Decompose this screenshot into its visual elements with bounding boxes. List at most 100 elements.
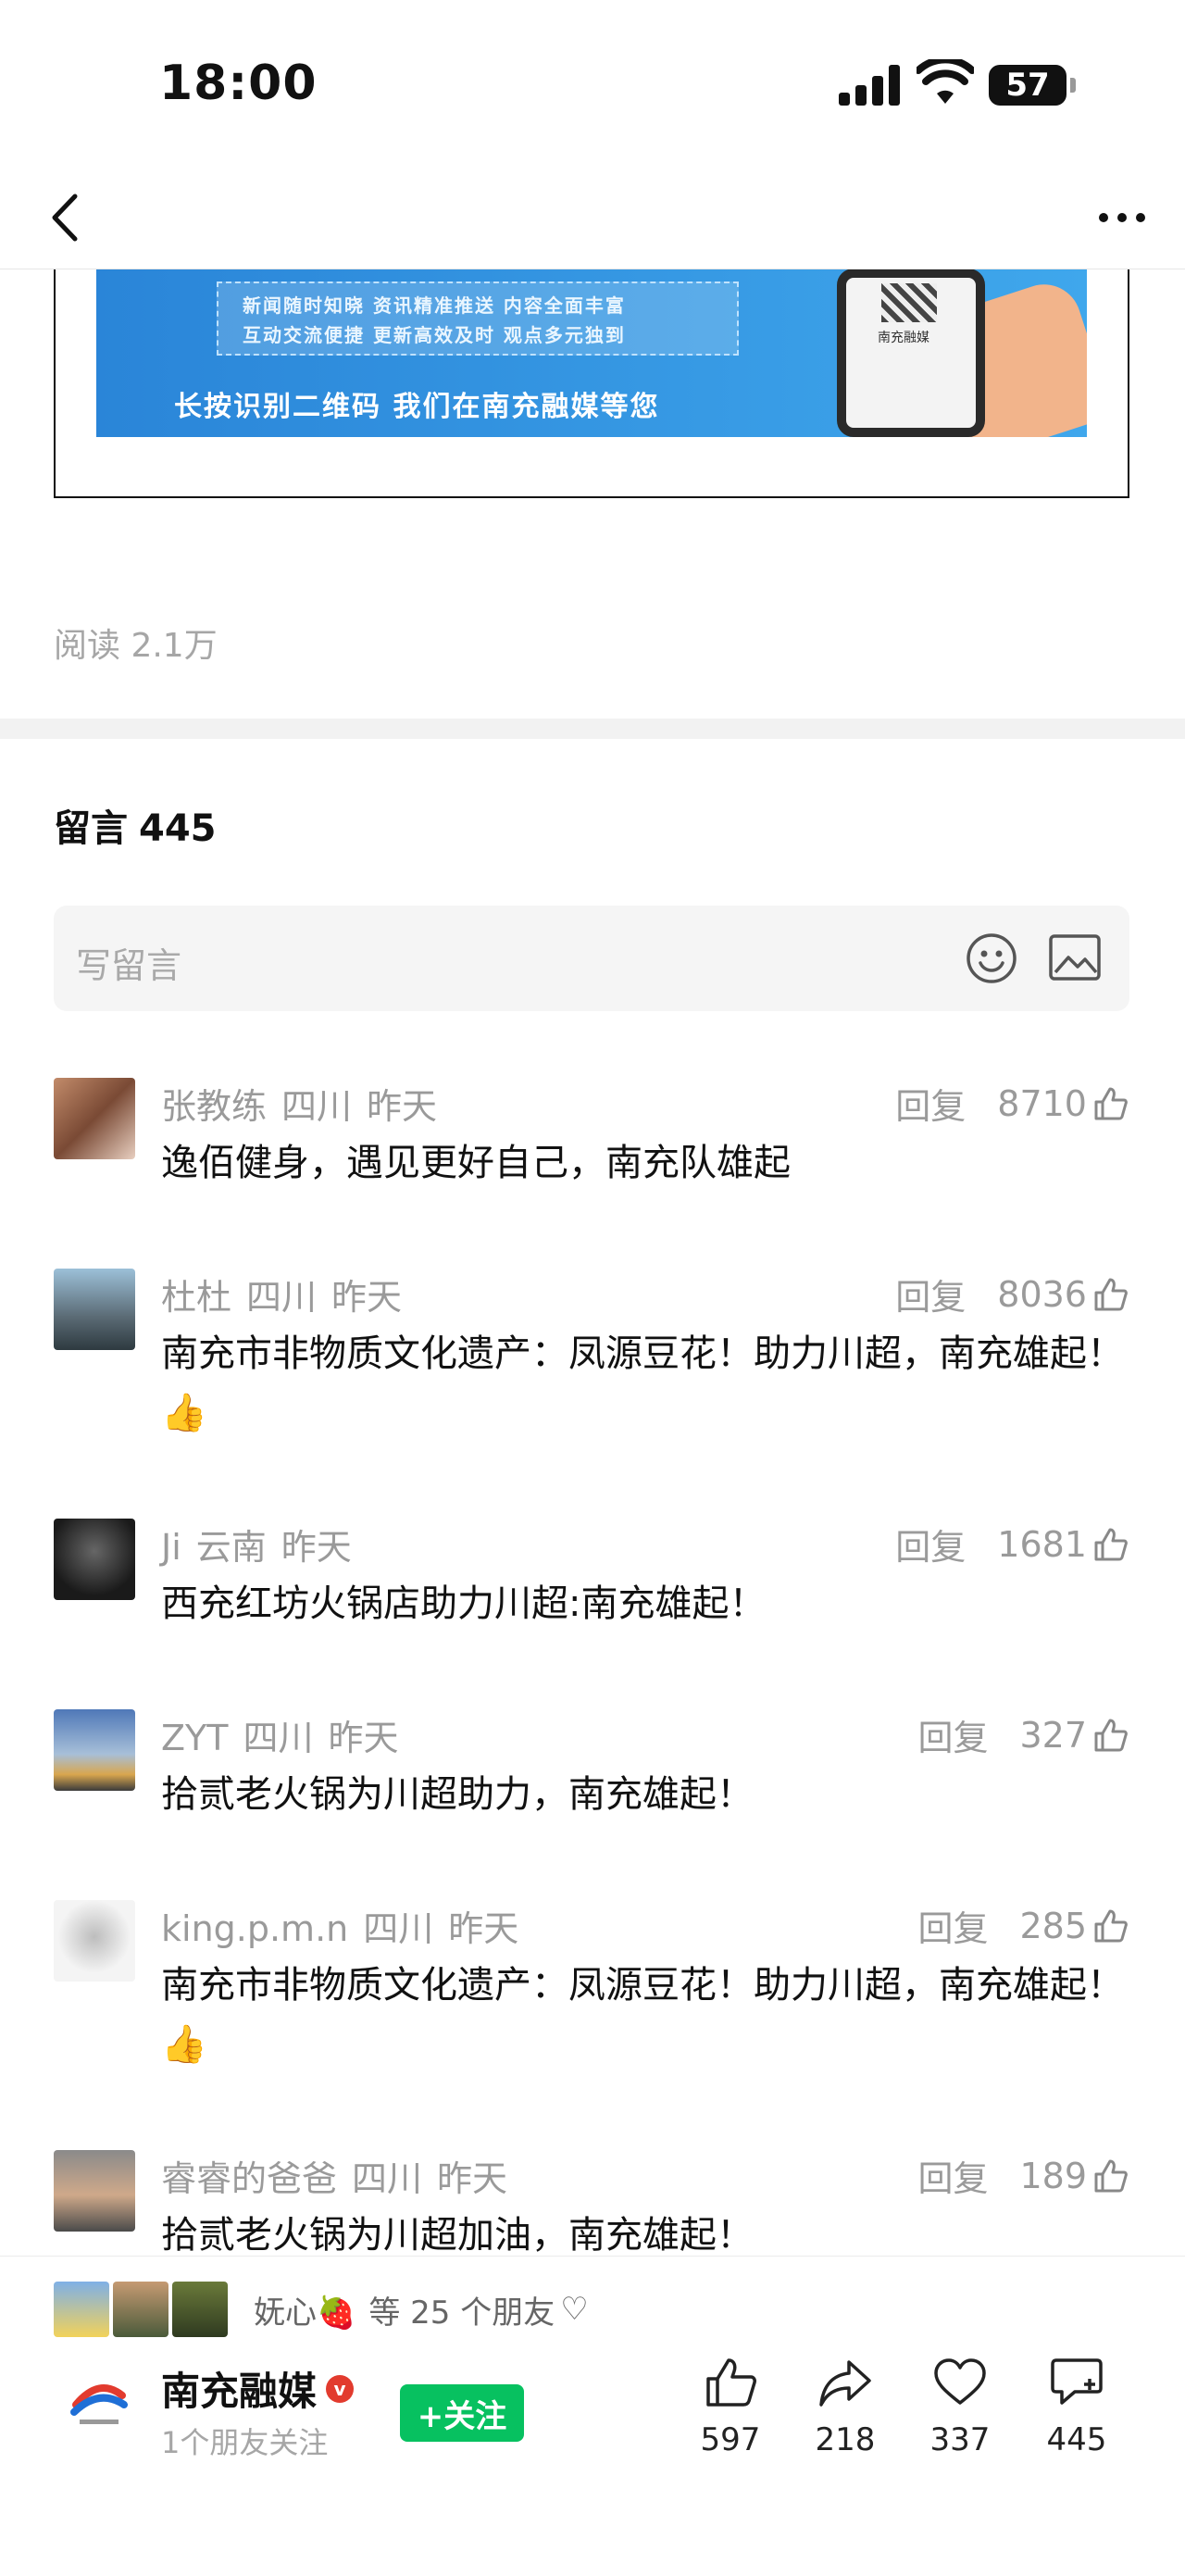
wifi-icon [917, 59, 974, 104]
phone-graphic: 南充融媒 [837, 269, 985, 437]
thumbs-up-icon[interactable] [1092, 1526, 1129, 1563]
qr-label: 南充融媒 [878, 331, 929, 345]
comment-meta: Ji 云南 昨天 [161, 1519, 367, 1569]
avatar[interactable] [54, 1519, 135, 1600]
comment-text: 南充市非物质文化遗产：凤源豆花！助力川超，南充雄起！👍 [161, 1964, 1124, 2066]
like-count: 597 [700, 2421, 761, 2458]
reply-button[interactable]: 回复 [917, 2150, 988, 2201]
verified-badge-icon: v [326, 2374, 355, 2403]
thumbs-up-icon[interactable] [1092, 2157, 1129, 2195]
banner-line-2: 互动交流便捷 更新高效及时 观点多元独到 [243, 324, 626, 346]
thumbs-up-icon[interactable] [1092, 1907, 1129, 1945]
battery-cap [1070, 78, 1076, 93]
reply-button[interactable]: 回复 [917, 1709, 988, 1760]
comment-actions: 回复 8710 [895, 1078, 1129, 1129]
comment-actions: 回复 1681 [895, 1519, 1129, 1569]
thumbs-up-icon[interactable] [1092, 1717, 1129, 1754]
status-bar: 18:00 57 [0, 0, 1185, 167]
battery-icon: 57 [989, 65, 1066, 106]
comment-author[interactable]: king.p.m.n [161, 1908, 348, 1949]
share-count: 218 [815, 2421, 876, 2458]
comment-location: 四川 [246, 1277, 318, 1318]
avatar[interactable] [54, 1709, 135, 1791]
bottom-bar: 妩心🍓 等 25 个朋友 ♡ 南充融媒 v 1个朋友关注 +关注 597 218… [0, 2256, 1185, 2576]
avatar[interactable] [54, 2150, 135, 2232]
emoji-icon[interactable] [965, 932, 1018, 985]
comment-author[interactable]: Ji [161, 1527, 181, 1568]
comment-actions: 回复 327 [917, 1709, 1129, 1760]
like-count: 327 [1019, 1714, 1087, 1756]
comment-time: 昨天 [437, 2158, 508, 2199]
heart-outline-icon: ♡ [560, 2291, 589, 2328]
account-name: 南充融媒 [161, 2369, 318, 2414]
reply-button[interactable]: 回复 [895, 1078, 966, 1129]
like-button[interactable]: 597 [680, 2357, 781, 2458]
comment-author[interactable]: 杜杜 [161, 1277, 231, 1318]
like-count: 189 [1019, 2155, 1087, 2196]
heart-icon [934, 2358, 986, 2405]
reply-button[interactable]: 回复 [917, 1900, 988, 1951]
avatar[interactable] [54, 1900, 135, 1982]
more-dot-icon [1099, 213, 1108, 222]
friend-avatar [113, 2282, 168, 2337]
friend-avatar [54, 2282, 109, 2337]
comment-time: 昨天 [281, 1527, 352, 1568]
account-followers: 1个朋友关注 [161, 2425, 329, 2460]
thumbs-up-icon[interactable] [1092, 1276, 1129, 1313]
comment-actions: 回复 189 [917, 2150, 1129, 2201]
comment-button[interactable]: 445 [1026, 2357, 1128, 2458]
comment-actions: 回复 8036 [895, 1269, 1129, 1319]
comment-location: 四川 [363, 1908, 434, 1949]
comment-meta: 睿睿的爸爸 四川 昨天 [161, 2150, 522, 2201]
avatar[interactable] [54, 1078, 135, 1159]
love-button[interactable]: 337 [909, 2357, 1011, 2458]
nav-bar [0, 167, 1185, 269]
banner-slogan-box: 新闻随时知晓 资讯精准推送 内容全面丰富 互动交流便捷 更新高效及时 观点多元独… [217, 281, 739, 356]
comments-title: 留言 445 [54, 798, 228, 852]
friends-text: 妩心🍓 等 25 个朋友 ♡ [254, 2287, 589, 2332]
account-name-row[interactable]: 南充融媒 v [161, 2360, 355, 2417]
more-button[interactable] [1085, 194, 1159, 241]
share-arrow-icon [819, 2360, 871, 2407]
comment-count: 445 [1046, 2421, 1107, 2458]
comment-text: 南充市非物质文化遗产：凤源豆花！助力川超，南充雄起！👍 [161, 1332, 1124, 1434]
comment-time: 昨天 [328, 1718, 399, 1758]
comment-time: 昨天 [331, 1277, 403, 1318]
image-icon[interactable] [1048, 933, 1102, 982]
comment-meta: ZYT 四川 昨天 [161, 1709, 414, 1760]
comment-text: 西充红坊火锅店助力川超:南充雄起！ [161, 1582, 767, 1625]
more-dot-icon [1117, 213, 1127, 222]
promo-banner: 新闻随时知晓 资讯精准推送 内容全面丰富 互动交流便捷 更新高效及时 观点多元独… [96, 269, 1087, 437]
reply-button[interactable]: 回复 [895, 1269, 966, 1319]
share-button[interactable]: 218 [794, 2357, 896, 2458]
qr-code-icon [881, 283, 937, 322]
avatar[interactable] [54, 1269, 135, 1350]
comment-location: 四川 [281, 1086, 353, 1127]
comments-count: 445 [139, 807, 217, 850]
comment-text: 逸佰健身，遇见更好自己，南充队雄起 [161, 1142, 791, 1184]
comment-author[interactable]: ZYT [161, 1718, 228, 1758]
comment-meta: king.p.m.n 四川 昨天 [161, 1900, 533, 1951]
comment-meta: 杜杜 四川 昨天 [161, 1269, 417, 1319]
comments-label: 留言 [54, 807, 128, 850]
comment-input-placeholder: 写留言 [76, 945, 182, 986]
back-button[interactable] [37, 185, 93, 250]
account-logo[interactable] [67, 2368, 131, 2432]
comment-text: 拾贰老火锅为川超助力，南充雄起！ [161, 1773, 754, 1816]
status-time: 18:00 [159, 56, 318, 111]
friends-count-text: 等 25 个朋友 [368, 2294, 555, 2332]
follow-button[interactable]: +关注 [400, 2384, 524, 2442]
comment-bubble-icon [1051, 2358, 1103, 2405]
thumbs-up-icon[interactable] [1092, 1085, 1129, 1122]
comment-input[interactable]: 写留言 [54, 906, 1129, 1011]
friends-liked-row[interactable]: 妩心🍓 等 25 个朋友 ♡ [54, 2281, 589, 2338]
reply-button[interactable]: 回复 [895, 1519, 966, 1569]
comment-author[interactable]: 张教练 [161, 1086, 267, 1127]
comment-location: 云南 [195, 1527, 267, 1568]
chevron-left-icon [52, 194, 78, 242]
comment-location: 四川 [243, 1718, 314, 1758]
comment-location: 四川 [352, 2158, 423, 2199]
friend-name: 妩心🍓 [254, 2294, 356, 2332]
comment-meta: 张教练 四川 昨天 [161, 1078, 452, 1129]
comment-author[interactable]: 睿睿的爸爸 [161, 2158, 337, 2199]
